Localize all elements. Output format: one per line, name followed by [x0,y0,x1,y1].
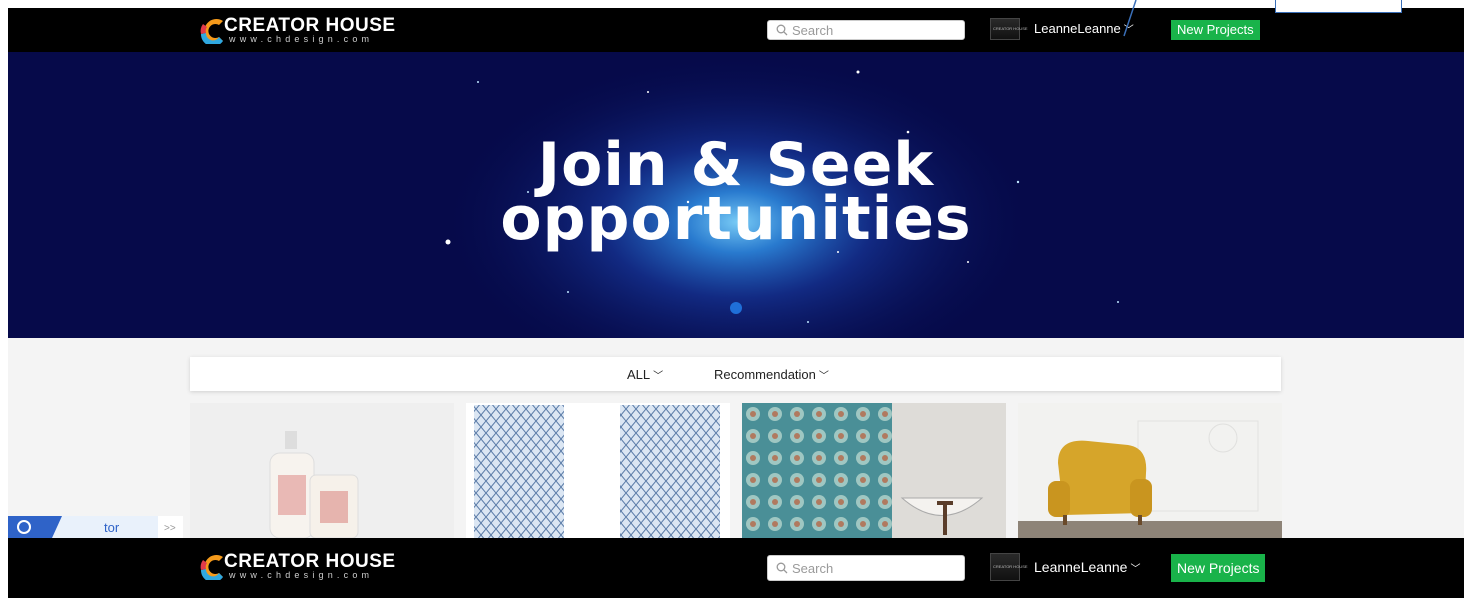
floating-toolbar-widget[interactable]: tor >> [8,516,183,538]
search-input[interactable] [792,556,960,580]
project-card-armchair[interactable] [1018,403,1282,538]
hero-title: Join & Seek opportunities [8,135,1464,254]
user-avatar[interactable]: CREATOR HOUSE [990,553,1028,581]
user-menu[interactable]: LeanneLeanne ﹀ [1034,21,1134,36]
logo-name: CREATOR HOUSE [224,551,396,572]
project-image [742,403,1006,538]
avatar-text: CREATOR HOUSE [993,564,1028,569]
filter-recommendation-label: Recommendation [714,367,816,382]
new-projects-button[interactable]: New Projects [1171,20,1260,40]
filter-bar: ALL ﹀ Recommendation ﹀ [190,357,1281,391]
logo-mark-icon [200,19,223,44]
project-card-curtains[interactable] [466,403,730,538]
project-card-bathroom[interactable] [742,403,1006,538]
username-label: LeanneLeanne [1034,21,1121,36]
search-input[interactable] [792,21,960,39]
project-image [1018,403,1282,538]
search-icon [776,24,788,36]
logo-url: www.chdesign.com [229,34,374,44]
hero-banner: Join & Seek opportunities [8,52,1464,338]
avatar-text: CREATOR HOUSE [993,26,1028,31]
chevron-down-icon: ﹀ [653,371,664,382]
search-icon [776,562,788,574]
project-card-lotion[interactable] [190,403,454,538]
annotation-pointer [1123,0,1137,37]
top-navbar: CREATOR HOUSE www.chdesign.com CREATOR H… [8,8,1464,52]
filter-recommendation-dropdown[interactable]: Recommendation ﹀ [714,367,829,382]
project-grid [190,403,1282,538]
sticky-navbar: CREATOR HOUSE www.chdesign.com CREATOR H… [8,538,1464,598]
logo-name: CREATOR HOUSE [224,15,396,36]
user-avatar[interactable]: CREATOR HOUSE [990,18,1028,40]
logo-url: www.chdesign.com [229,570,374,580]
logo-mark-icon [200,555,223,580]
creator-house-logo[interactable]: CREATOR HOUSE www.chdesign.com [197,16,437,46]
search-box[interactable] [767,555,965,581]
app-frame: CREATOR HOUSE www.chdesign.com CREATOR H… [8,8,1464,598]
project-image [190,403,454,538]
expand-icon: >> [164,523,176,534]
filter-all-label: ALL [627,367,651,382]
user-menu[interactable]: LeanneLeanne ﹀ [1034,559,1140,575]
annotation-callout-box [1275,0,1402,13]
hero-title-line2: opportunities [500,184,972,254]
widget-label: tor [104,520,120,535]
username-label: LeanneLeanne [1034,559,1128,575]
project-image [466,403,730,538]
filter-all-dropdown[interactable]: ALL ﹀ [627,367,663,382]
new-projects-button[interactable]: New Projects [1171,554,1266,582]
chevron-down-icon: ﹀ [1130,564,1141,575]
search-box[interactable] [767,20,965,40]
creator-house-logo[interactable]: CREATOR HOUSE www.chdesign.com [197,552,437,582]
chevron-down-icon: ﹀ [818,371,829,382]
